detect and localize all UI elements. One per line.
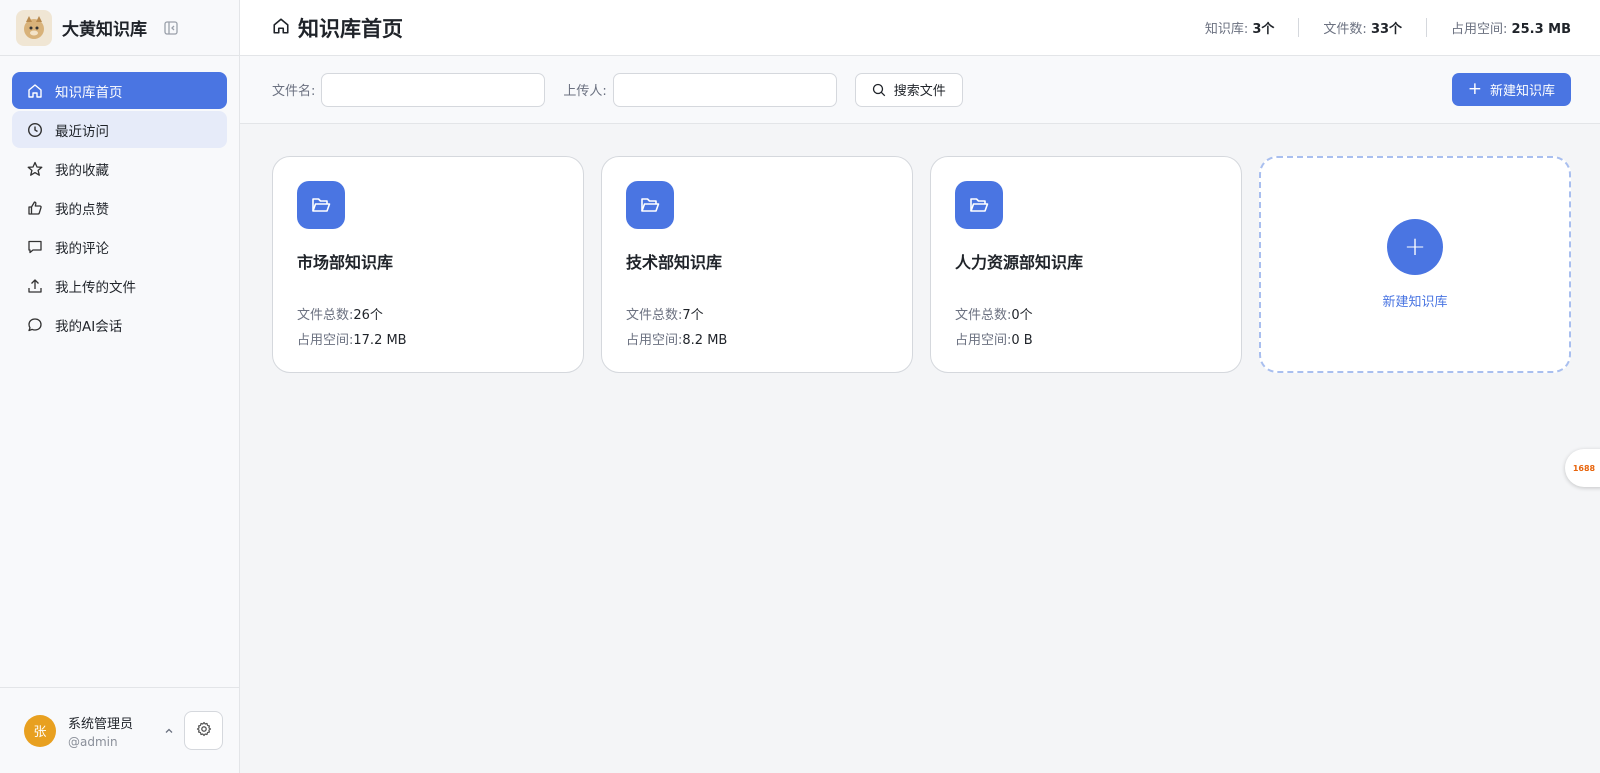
- card-title: 技术部知识库: [626, 253, 723, 272]
- stat-value: 25.3 MB: [1511, 22, 1571, 37]
- card-meta: 文件总数:7个 占用空间:8.2 MB: [626, 303, 888, 353]
- folder-open-icon: [297, 181, 345, 229]
- sidebar: 大黄知识库 知识库首页 最近访问 我的收藏 我的点赞 我的评论 我上传的文件 我…: [0, 0, 240, 773]
- page-title-group: 知识库首页: [272, 13, 403, 43]
- stat-label: 占用空间:: [1451, 22, 1512, 37]
- sidebar-nav: 知识库首页 最近访问 我的收藏 我的点赞 我的评论 我上传的文件 我的AI会话: [0, 56, 239, 343]
- new-knowledge-base-card[interactable]: + 新建知识库: [1259, 156, 1571, 373]
- sidebar-item-comments[interactable]: 我的评论: [12, 228, 227, 265]
- search-icon: [872, 83, 886, 97]
- card-title: 市场部知识库: [297, 253, 394, 272]
- main-content: 知识库首页 知识库: 3个 文件数: 33个 占用空间: 25.3 MB 文件名…: [240, 0, 1600, 773]
- file-count-label: 文件总数:: [626, 308, 683, 323]
- storage-value: 17.2 MB: [353, 333, 407, 348]
- sidebar-item-label: 我的点赞: [55, 201, 109, 218]
- stat-label: 知识库:: [1204, 22, 1253, 37]
- filename-input[interactable]: [321, 72, 546, 107]
- search-files-button[interactable]: 搜索文件: [854, 72, 963, 107]
- stat-files: 文件数: 33个: [1298, 18, 1426, 37]
- user-name: 系统管理员: [68, 716, 134, 732]
- sidebar-item-label: 我的AI会话: [55, 318, 123, 335]
- storage-value: 0 B: [1011, 333, 1033, 348]
- file-count-label: 文件总数:: [297, 308, 354, 323]
- search-files-label: 搜索文件: [893, 84, 946, 99]
- knowledge-base-card[interactable]: 技术部知识库 文件总数:7个 占用空间:8.2 MB: [601, 156, 913, 373]
- plus-icon: +: [1467, 79, 1482, 99]
- sidebar-item-favorites[interactable]: 我的收藏: [12, 150, 227, 187]
- sidebar-item-label: 最近访问: [55, 123, 109, 140]
- sidebar-item-likes[interactable]: 我的点赞: [12, 189, 227, 226]
- knowledge-base-card[interactable]: 市场部知识库 文件总数:26个 占用空间:17.2 MB: [272, 156, 584, 373]
- card-title: 人力资源部知识库: [955, 253, 1084, 272]
- sidebar-item-label: 我上传的文件: [55, 279, 136, 296]
- uploader-label: 上传人:: [563, 84, 607, 99]
- stat-label: 文件数:: [1323, 22, 1371, 37]
- user-info[interactable]: 系统管理员 @admin: [68, 713, 162, 749]
- sidebar-item-label: 我的收藏: [55, 162, 109, 179]
- storage-label: 占用空间:: [955, 333, 1012, 348]
- stat-knowledge-bases: 知识库: 3个: [1181, 18, 1299, 37]
- thumbs-up-icon: [26, 199, 44, 217]
- sidebar-item-home[interactable]: 知识库首页: [12, 72, 227, 109]
- new-knowledge-base-label: 新建知识库: [1489, 84, 1555, 99]
- collapse-sidebar-icon[interactable]: [163, 20, 179, 36]
- stat-value: 33个: [1370, 22, 1403, 37]
- user-handle: @admin: [68, 734, 118, 749]
- filename-label: 文件名:: [272, 84, 316, 99]
- knowledge-base-grid: 市场部知识库 文件总数:26个 占用空间:17.2 MB 技术部知识库 文件总数…: [240, 124, 1600, 373]
- folder-open-icon: [955, 181, 1003, 229]
- home-icon: [272, 17, 290, 39]
- file-count-label: 文件总数:: [955, 308, 1012, 323]
- comment-icon: [26, 238, 44, 256]
- settings-button[interactable]: [184, 711, 223, 750]
- file-count-value: 26个: [353, 308, 383, 323]
- star-icon: [26, 160, 44, 178]
- sidebar-item-uploads[interactable]: 我上传的文件: [12, 267, 227, 304]
- plus-icon: +: [1387, 219, 1443, 275]
- user-panel: 张 系统管理员 @admin: [0, 687, 239, 773]
- stat-value: 3个: [1252, 22, 1275, 37]
- file-count-value: 7个: [682, 308, 704, 323]
- stats-bar: 知识库: 3个 文件数: 33个 占用空间: 25.3 MB: [1181, 18, 1571, 37]
- file-count-value: 0个: [1011, 308, 1033, 323]
- stat-storage: 占用空间: 25.3 MB: [1426, 18, 1571, 37]
- chat-icon: [26, 316, 44, 334]
- folder-open-icon: [626, 181, 674, 229]
- storage-label: 占用空间:: [626, 333, 683, 348]
- card-meta: 文件总数:26个 占用空间:17.2 MB: [297, 303, 559, 353]
- page-title: 知识库首页: [298, 16, 403, 41]
- gear-icon: [196, 721, 212, 741]
- card-meta: 文件总数:0个 占用空间:0 B: [955, 303, 1217, 353]
- new-knowledge-base-button[interactable]: + 新建知识库: [1451, 73, 1571, 106]
- knowledge-base-card[interactable]: 人力资源部知识库 文件总数:0个 占用空间:0 B: [930, 156, 1242, 373]
- home-icon: [26, 82, 44, 100]
- sidebar-item-recent[interactable]: 最近访问: [12, 111, 227, 148]
- app-name: 大黄知识库: [62, 20, 147, 40]
- 1688-widget[interactable]: 1688: [1565, 449, 1600, 487]
- sidebar-header: 大黄知识库: [0, 0, 239, 56]
- topbar: 知识库首页 知识库: 3个 文件数: 33个 占用空间: 25.3 MB: [240, 0, 1600, 56]
- sidebar-item-label: 我的评论: [55, 240, 109, 257]
- app-root: 大黄知识库 知识库首页 最近访问 我的收藏 我的点赞 我的评论 我上传的文件 我…: [0, 0, 1600, 773]
- upload-icon: [26, 277, 44, 295]
- storage-value: 8.2 MB: [682, 333, 728, 348]
- chevron-up-icon[interactable]: [162, 726, 176, 736]
- storage-label: 占用空间:: [297, 333, 354, 348]
- clock-icon: [26, 121, 44, 139]
- app-logo: [16, 9, 52, 46]
- avatar[interactable]: 张: [24, 714, 56, 747]
- sidebar-item-ai-chats[interactable]: 我的AI会话: [12, 306, 227, 343]
- sidebar-item-label: 知识库首页: [55, 84, 123, 101]
- search-toolbar: 文件名: 上传人: 搜索文件 + 新建知识库: [240, 56, 1600, 124]
- uploader-input[interactable]: [612, 72, 837, 107]
- new-knowledge-base-card-label: 新建知识库: [1382, 295, 1448, 310]
- 1688-widget-text: 1688: [1572, 463, 1596, 473]
